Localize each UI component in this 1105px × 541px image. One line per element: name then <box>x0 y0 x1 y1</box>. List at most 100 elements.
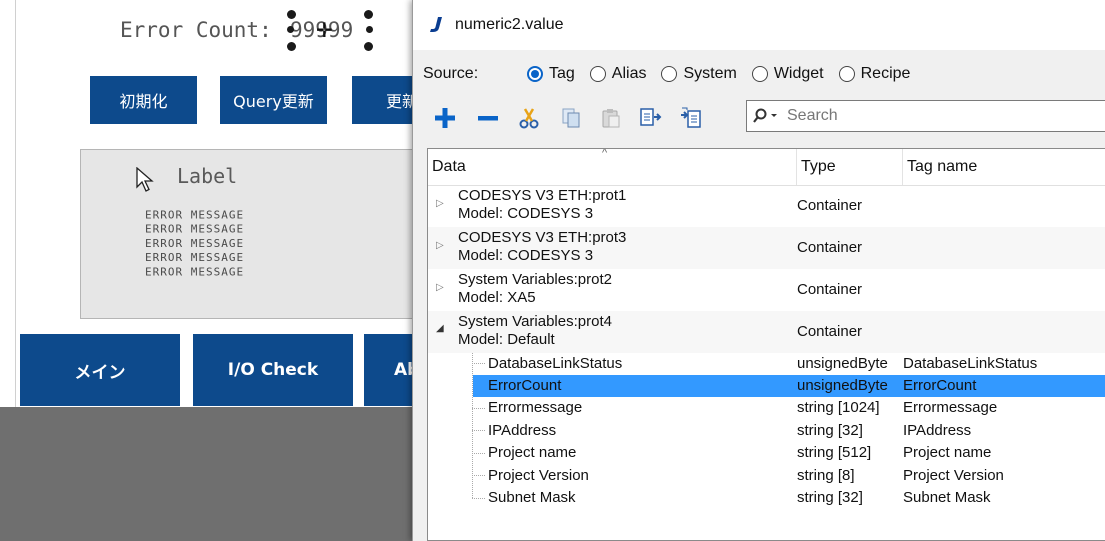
nav-main-button[interactable]: メイン <box>20 334 180 406</box>
tag-name: Project name <box>903 444 992 461</box>
paste-icon[interactable] <box>597 104 625 132</box>
tree-row-tag[interactable]: Errormessage string [1024] Errormessage <box>428 397 1105 420</box>
radio-alias[interactable] <box>589 66 606 82</box>
update-button[interactable]: 更新 <box>352 76 415 124</box>
tag-name: ErrorCount <box>903 377 977 394</box>
dialog-titlebar[interactable]: numeric2.value <box>413 0 1105 50</box>
tree-row-tag[interactable]: Project Version string [8] Project Versi… <box>428 465 1105 487</box>
container-name: CODESYS V3 ETH:prot3 <box>458 229 627 246</box>
remove-icon[interactable] <box>474 104 502 132</box>
error-message-line: ERROR MESSAGE <box>145 223 245 236</box>
source-option-system[interactable]: System <box>661 65 737 83</box>
tag-data-name: DatabaseLinkStatus <box>488 355 623 372</box>
tree-row-tag[interactable]: IPAddress string [32] IPAddress <box>428 420 1105 442</box>
source-option-alias[interactable]: Alias <box>589 65 647 83</box>
radio-recipe[interactable] <box>838 66 855 82</box>
container-type: Container <box>797 197 863 214</box>
hmi-design-canvas[interactable]: Error Count: 99999 ✛ 初期化 Query更新 更新 Labe… <box>0 0 420 407</box>
app-logo-icon <box>430 17 442 32</box>
column-header-tag-name[interactable]: Tag name <box>903 149 1105 185</box>
resize-handle-bl[interactable] <box>287 42 296 51</box>
source-selector: Source: Tag Alias System Widget Recipe <box>423 62 925 86</box>
error-message-list: ERROR MESSAGE ERROR MESSAGE ERROR MESSAG… <box>145 208 244 279</box>
source-option-widget[interactable]: Widget <box>751 65 824 83</box>
tree-row-tag-selected[interactable]: ErrorCount unsignedByte ErrorCount <box>473 375 1105 397</box>
tree-row-tag[interactable]: DatabaseLinkStatus unsignedByte Database… <box>428 353 1105 375</box>
tag-type: string [1024] <box>797 399 880 416</box>
source-label: Source: <box>423 65 479 82</box>
tag-picker-dialog[interactable]: numeric2.value Source: Tag Alias System … <box>412 0 1105 541</box>
nav-io-check-button[interactable]: I/O Check <box>193 334 353 406</box>
tag-name: Project Version <box>903 467 1004 484</box>
resize-handle-r[interactable] <box>366 26 373 33</box>
tree-row-container[interactable]: ◢ System Variables:prot4 Model: Default … <box>428 311 1105 353</box>
tag-type: unsignedByte <box>797 377 888 394</box>
tag-data-name: ErrorCount <box>488 377 562 394</box>
add-icon[interactable] <box>431 104 459 132</box>
tree-row-tag[interactable]: Project name string [512] Project name <box>428 442 1105 465</box>
tag-data-name: Project name <box>488 444 577 461</box>
tag-type: string [512] <box>797 444 872 461</box>
radio-label: Alias <box>611 65 647 82</box>
tag-name: IPAddress <box>903 422 972 439</box>
table-header: Data ^ Type Tag name <box>428 149 1105 186</box>
tag-data-name: IPAddress <box>488 422 557 439</box>
container-name: System Variables:prot2 <box>458 271 612 288</box>
column-header-type[interactable]: Type <box>797 149 903 185</box>
resize-handle-l[interactable] <box>287 26 294 33</box>
resize-handle-tl[interactable] <box>287 10 296 19</box>
cut-icon[interactable] <box>515 104 543 132</box>
radio-label: Recipe <box>860 65 911 82</box>
expand-chevron-icon[interactable]: ▷ <box>436 282 446 293</box>
error-message-panel[interactable]: Label ERROR MESSAGE ERROR MESSAGE ERROR … <box>80 149 420 319</box>
column-header-label: Tag name <box>907 158 978 175</box>
tree-row-container[interactable]: ▷ CODESYS V3 ETH:prot1 Model: CODESYS 3 … <box>428 185 1105 227</box>
tag-tree-table[interactable]: Data ^ Type Tag name ▷ CODESYS V3 ETH:pr… <box>427 148 1105 541</box>
container-model: Model: Default <box>458 331 555 348</box>
tree-row-container[interactable]: ▷ CODESYS V3 ETH:prot3 Model: CODESYS 3 … <box>428 227 1105 269</box>
tag-type: string [32] <box>797 422 863 439</box>
container-type: Container <box>797 239 863 256</box>
mouse-pointer-icon <box>136 167 154 192</box>
export-icon[interactable] <box>677 104 705 132</box>
tag-name: DatabaseLinkStatus <box>903 355 1038 372</box>
tag-type: string [32] <box>797 489 863 506</box>
dialog-toolbar <box>423 98 1105 138</box>
tree-row-tag[interactable]: Subnet Mask string [32] Subnet Mask <box>428 487 1105 510</box>
nav-about-button[interactable]: Ab <box>364 334 415 406</box>
tag-type: unsignedByte <box>797 355 888 372</box>
container-name: CODESYS V3 ETH:prot1 <box>458 187 627 204</box>
container-name: System Variables:prot4 <box>458 313 612 330</box>
dialog-title: numeric2.value <box>455 16 564 33</box>
column-header-label: Type <box>801 158 836 175</box>
canvas-left-border <box>15 0 16 407</box>
expand-chevron-icon[interactable]: ▷ <box>436 198 446 209</box>
radio-system[interactable] <box>661 66 678 82</box>
error-count-label: Error Count: <box>120 18 272 42</box>
copy-icon[interactable] <box>557 104 585 132</box>
resize-handle-br[interactable] <box>364 42 373 51</box>
container-model: Model: CODESYS 3 <box>458 205 594 222</box>
move-cursor-icon: ✛ <box>316 18 333 42</box>
container-model: Model: CODESYS 3 <box>458 247 594 264</box>
error-message-line: ERROR MESSAGE <box>145 251 245 264</box>
radio-widget[interactable] <box>751 66 768 82</box>
column-header-data[interactable]: Data ^ <box>428 149 797 185</box>
collapse-chevron-icon[interactable]: ◢ <box>436 323 446 334</box>
resize-handle-tr[interactable] <box>364 10 373 19</box>
query-update-button[interactable]: Query更新 <box>220 76 327 124</box>
search-input[interactable] <box>785 106 1089 126</box>
expand-chevron-icon[interactable]: ▷ <box>436 240 446 251</box>
sort-ascending-icon: ^ <box>602 148 608 159</box>
source-option-tag[interactable]: Tag <box>527 65 575 83</box>
search-box[interactable] <box>746 100 1105 132</box>
tree-row-container[interactable]: ▷ System Variables:prot2 Model: XA5 Cont… <box>428 269 1105 311</box>
radio-tag[interactable] <box>527 66 543 82</box>
init-button[interactable]: 初期化 <box>90 76 197 124</box>
error-message-line: ERROR MESSAGE <box>145 265 245 279</box>
search-icon[interactable] <box>753 108 779 124</box>
tag-name: Errormessage <box>903 399 998 416</box>
source-option-recipe[interactable]: Recipe <box>838 65 911 83</box>
import-icon[interactable] <box>637 104 665 132</box>
tag-data-name: Project Version <box>488 467 589 484</box>
